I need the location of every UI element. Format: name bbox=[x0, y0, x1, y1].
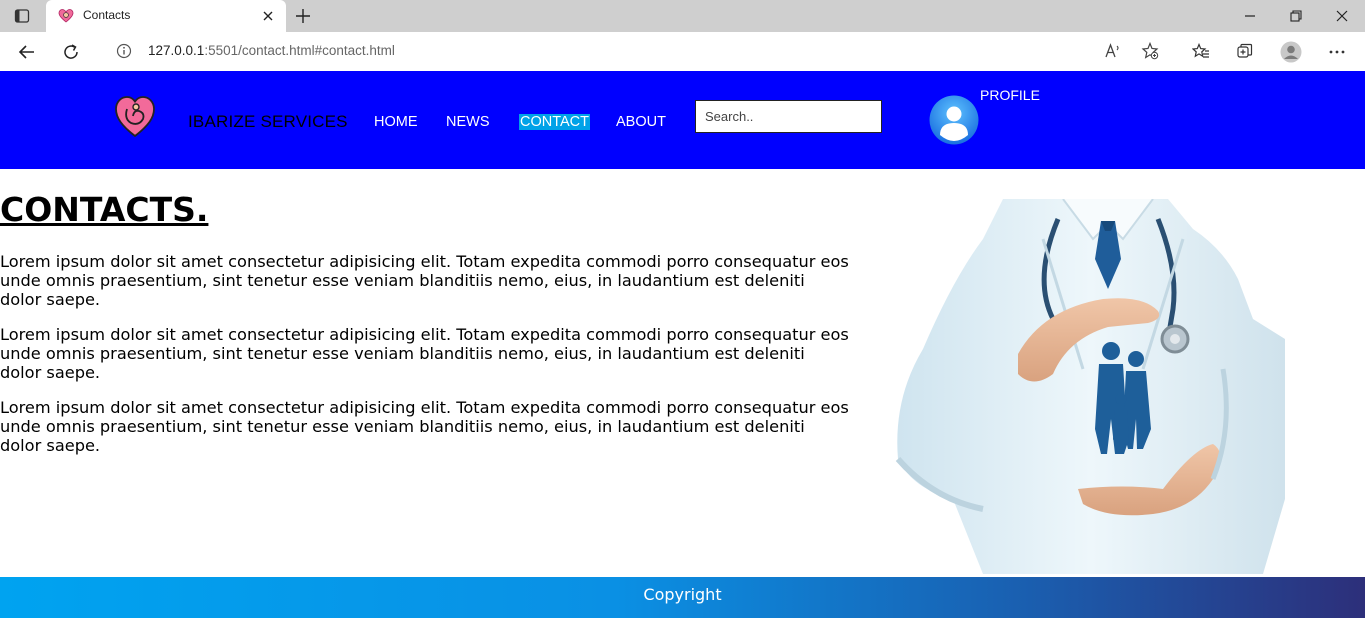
nav-about-link[interactable]: ABOUT bbox=[616, 114, 666, 130]
site-footer: Copyright bbox=[0, 577, 1365, 618]
paragraph: Lorem ipsum dolor sit amet consectetur a… bbox=[0, 252, 849, 309]
minimize-icon[interactable] bbox=[1239, 6, 1261, 26]
heart-logo-icon[interactable] bbox=[114, 95, 156, 139]
site-info-icon[interactable] bbox=[116, 43, 132, 59]
tab-actions-icon[interactable] bbox=[14, 8, 30, 24]
brand-name[interactable]: IBARIZE SERVICES bbox=[188, 112, 348, 132]
new-tab-icon[interactable] bbox=[294, 7, 312, 25]
close-window-icon[interactable] bbox=[1331, 6, 1353, 26]
read-aloud-icon[interactable] bbox=[1104, 42, 1122, 60]
page-title: CONTACTS. bbox=[0, 190, 209, 229]
collections-icon[interactable] bbox=[1234, 41, 1256, 63]
more-options-icon[interactable] bbox=[1326, 41, 1348, 63]
refresh-icon[interactable] bbox=[60, 41, 82, 63]
site-header: IBARIZE SERVICES HOME NEWS CONTACT ABOUT… bbox=[0, 71, 1365, 169]
favorites-icon[interactable] bbox=[1190, 41, 1212, 63]
nav-home-link[interactable]: HOME bbox=[374, 114, 418, 130]
back-icon[interactable] bbox=[16, 41, 38, 63]
search-input[interactable] bbox=[695, 100, 882, 133]
browser-tab-bar: Contacts bbox=[0, 0, 1365, 32]
address-bar[interactable]: 127.0.0.1:5501/contact.html#contact.html bbox=[100, 36, 1170, 66]
tab-title: Contacts bbox=[83, 8, 131, 22]
doctor-family-image bbox=[895, 199, 1285, 574]
url-text[interactable]: 127.0.0.1:5501/contact.html#contact.html bbox=[148, 43, 395, 58]
profile-label[interactable]: PROFILE bbox=[980, 87, 1040, 103]
add-favorite-icon[interactable] bbox=[1141, 42, 1159, 60]
profile-avatar-icon[interactable] bbox=[929, 95, 979, 145]
browser-tab[interactable]: Contacts bbox=[46, 0, 286, 32]
close-tab-icon[interactable] bbox=[260, 8, 276, 24]
paragraph: Lorem ipsum dolor sit amet consectetur a… bbox=[0, 325, 849, 382]
nav-news-link[interactable]: NEWS bbox=[446, 114, 490, 130]
restore-icon[interactable] bbox=[1285, 6, 1307, 26]
profile-avatar-icon[interactable] bbox=[1280, 41, 1302, 63]
nav-contact-link[interactable]: CONTACT bbox=[519, 114, 591, 130]
site-favicon-icon bbox=[58, 9, 74, 23]
browser-toolbar: 127.0.0.1:5501/contact.html#contact.html bbox=[0, 32, 1365, 72]
copyright-text: Copyright bbox=[643, 585, 722, 604]
paragraph: Lorem ipsum dolor sit amet consectetur a… bbox=[0, 398, 849, 455]
